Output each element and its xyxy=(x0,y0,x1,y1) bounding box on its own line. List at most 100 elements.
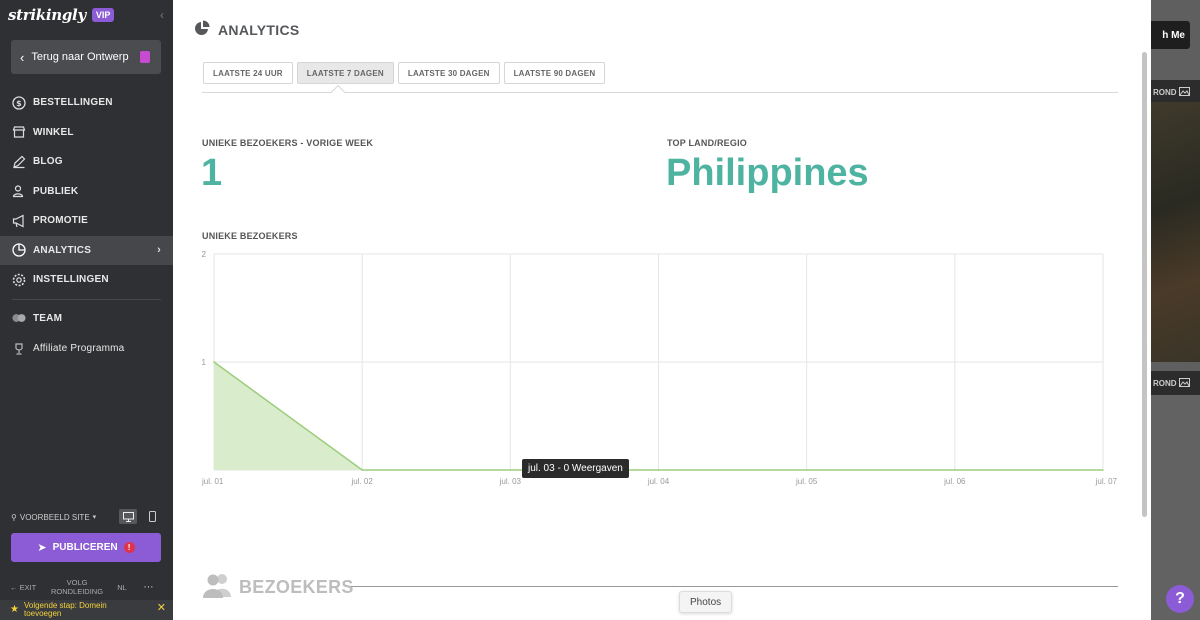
pie-chart-icon xyxy=(12,243,26,257)
sidebar-item-winkel[interactable]: WINKEL xyxy=(0,118,173,148)
sidebar-item-label: PUBLIEK xyxy=(33,185,79,197)
top-country-value: Philippines xyxy=(666,152,869,194)
sidebar-item-instellingen[interactable]: INSTELLINGEN xyxy=(0,265,173,295)
gear-icon xyxy=(12,273,26,287)
back-to-design-button[interactable]: ‹ Terug naar Ontwerp xyxy=(11,40,161,74)
scrollbar[interactable] xyxy=(1142,52,1147,517)
chart-point xyxy=(805,469,808,471)
publish-label: PUBLICEREN xyxy=(52,542,118,553)
design-icon xyxy=(140,51,150,63)
sidebar-nav: $ BESTELLINGEN WINKEL BLOG PUBLIEK PROMO… xyxy=(0,88,173,364)
sidebar-item-label: INSTELLINGEN xyxy=(33,274,109,286)
exit-label: EXIT xyxy=(19,582,37,592)
top-country-label: TOP LAND/REGIO xyxy=(667,138,747,148)
tab-last-30-days[interactable]: LAATSTE 30 DAGEN xyxy=(397,62,500,84)
language-selector[interactable]: NL xyxy=(108,583,136,592)
sidebar: strikingly VIP ‹ ‹ Terug naar Ontwerp $ … xyxy=(0,0,173,620)
users-icon xyxy=(12,184,26,198)
rocket-icon: ➤ xyxy=(37,542,47,554)
chart-labels: 1 2 jul. 01 jul. 02 jul. 03 jul. 04 jul. 05 jul… xyxy=(201,250,1118,486)
chart-point xyxy=(954,469,956,471)
sidebar-item-bestellingen[interactable]: $ BESTELLINGEN xyxy=(0,88,173,118)
x-tick-label: jul. 03 xyxy=(499,477,522,486)
background-bar[interactable]: ROND xyxy=(1151,371,1200,395)
editor-preview-peek: h Me ROND ROND ? xyxy=(1151,0,1200,620)
chart-point xyxy=(213,361,215,363)
more-icon[interactable]: ⋯ xyxy=(136,582,161,593)
image-icon xyxy=(1178,377,1190,389)
sidebar-item-team[interactable]: TEAM xyxy=(0,304,173,334)
x-tick-label: jul. 02 xyxy=(350,477,373,486)
visitors-section-header: BEZOEKERS xyxy=(203,572,354,603)
next-step-banner[interactable]: ★ Volgende stap: Domein toevoegen ✕ xyxy=(0,600,173,620)
chart-point xyxy=(1102,469,1104,471)
chart-point xyxy=(657,469,660,471)
sidebar-item-blog[interactable]: BLOG xyxy=(0,147,173,177)
preview-site-row: ⚲ VOORBEELD SITE ▾ xyxy=(11,509,161,525)
chart-tooltip: jul. 03 - 0 Weergaven xyxy=(522,459,629,478)
sidebar-item-label: PROMOTIE xyxy=(33,215,88,227)
chevron-right-icon: › xyxy=(157,243,161,256)
search-icon: ⚲ xyxy=(11,512,17,522)
section-divider xyxy=(351,586,1118,587)
warning-badge: ! xyxy=(123,542,135,553)
chevron-down-icon: ▾ xyxy=(92,514,97,521)
preview-button[interactable]: h Me xyxy=(1151,21,1190,49)
pie-chart-icon xyxy=(194,20,210,39)
x-tick-label: jul. 05 xyxy=(795,477,818,486)
tab-last-7-days[interactable]: LAATSTE 7 DAGEN xyxy=(296,62,394,84)
x-tick-label: jul. 07 xyxy=(1095,477,1118,486)
vip-badge: VIP xyxy=(91,8,115,22)
collapse-sidebar-icon[interactable]: ‹ xyxy=(160,8,164,22)
chart-point xyxy=(361,469,363,471)
mobile-icon[interactable] xyxy=(143,509,161,524)
team-icon xyxy=(12,311,26,325)
bottom-actions: ← EXIT VOLG RONDLEIDING NL ⋯ xyxy=(10,578,165,596)
analytics-panel: ANALYTICS LAATSTE 24 UUR LAATSTE 7 DAGEN… xyxy=(173,0,1151,620)
background-label: ROND xyxy=(1153,378,1177,388)
visitors-section-title: BEZOEKERS xyxy=(239,577,354,597)
y-tick-label: 1 xyxy=(202,358,207,367)
exit-button[interactable]: ← EXIT xyxy=(10,583,46,592)
sidebar-item-publiek[interactable]: PUBLIEK xyxy=(0,177,173,207)
preview-site-dropdown[interactable]: VOORBEELD SITE xyxy=(20,513,90,522)
sidebar-item-label: BESTELLINGEN xyxy=(33,97,113,109)
background-label: ROND xyxy=(1153,87,1177,97)
users-icon xyxy=(203,572,233,603)
megaphone-icon xyxy=(12,214,26,228)
back-to-design-label: Terug naar Ontwerp xyxy=(31,51,129,63)
close-icon[interactable]: ✕ xyxy=(157,603,166,613)
x-tick-label: jul. 06 xyxy=(943,477,966,486)
pen-icon xyxy=(12,155,26,169)
page-title-label: ANALYTICS xyxy=(218,21,300,38)
unique-visitors-label: UNIEKE BEZOEKERS - VORIGE WEEK xyxy=(202,138,374,148)
x-tick-label: jul. 01 xyxy=(201,477,224,486)
background-bar[interactable]: ROND xyxy=(1151,80,1200,104)
desktop-icon[interactable] xyxy=(119,509,137,524)
publish-button[interactable]: ➤ PUBLICEREN ! xyxy=(11,533,161,562)
sidebar-item-affiliate[interactable]: Affiliate Programma xyxy=(0,334,173,364)
photos-button[interactable]: Photos xyxy=(679,591,733,613)
tab-last-90-days[interactable]: LAATSTE 90 DAGEN xyxy=(503,62,606,84)
help-button[interactable]: ? xyxy=(1166,585,1194,613)
date-range-tabs: LAATSTE 24 UUR LAATSTE 7 DAGEN LAATSTE 3… xyxy=(203,62,606,84)
background-image xyxy=(1151,102,1200,362)
chart-title: UNIEKE BEZOEKERS xyxy=(202,231,298,241)
tour-button[interactable]: VOLG RONDLEIDING xyxy=(46,578,108,596)
device-toggle xyxy=(119,509,161,524)
strikingly-logo[interactable]: strikingly xyxy=(8,6,86,24)
unique-visitors-chart: 1 2 jul. 01 jul. 02 jul. 03 jul. 04 jul. 05 jul… xyxy=(201,250,1118,486)
next-step-label: Volgende stap: Domein toevoegen xyxy=(23,600,107,618)
trophy-icon xyxy=(12,342,26,356)
image-icon xyxy=(1178,86,1190,98)
chart-grid xyxy=(213,253,1104,471)
star-icon: ★ xyxy=(10,603,19,615)
tab-last-24-hours[interactable]: LAATSTE 24 UUR xyxy=(203,62,293,84)
sidebar-item-analytics[interactable]: ANALYTICS › xyxy=(0,235,173,265)
sidebar-item-label: WINKEL xyxy=(33,126,74,138)
store-icon xyxy=(12,125,26,139)
x-tick-label: jul. 04 xyxy=(647,477,670,486)
unique-visitors-value: 1 xyxy=(201,152,223,194)
sidebar-item-promotie[interactable]: PROMOTIE xyxy=(0,206,173,236)
svg-text:$: $ xyxy=(16,99,22,108)
